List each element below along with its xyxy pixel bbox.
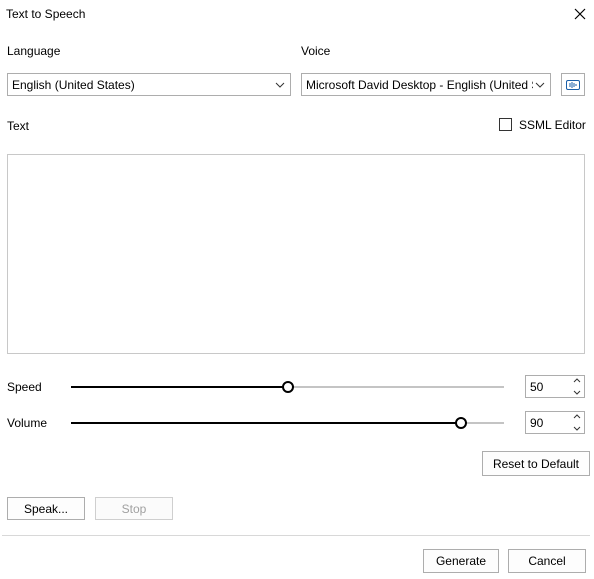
- speed-spinbox[interactable]: 50: [525, 375, 585, 398]
- voice-label: Voice: [301, 44, 331, 58]
- text-input[interactable]: [7, 154, 585, 354]
- volume-slider-thumb[interactable]: [455, 417, 467, 429]
- text-label: Text: [7, 119, 30, 133]
- speed-slider-thumb[interactable]: [282, 381, 294, 393]
- language-select-value: English (United States): [12, 77, 135, 92]
- ssml-editor-label[interactable]: SSML Editor: [519, 118, 586, 132]
- volume-slider-track[interactable]: [71, 422, 504, 424]
- chevron-down-icon: [535, 82, 545, 88]
- language-select[interactable]: English (United States): [7, 73, 291, 96]
- spin-down-icon[interactable]: [572, 389, 582, 397]
- footer-divider: [2, 535, 590, 536]
- stop-button: Stop: [95, 497, 173, 520]
- speed-slider-fill: [71, 386, 288, 388]
- spin-up-icon[interactable]: [572, 376, 582, 384]
- spin-down-icon[interactable]: [572, 425, 582, 433]
- voice-select[interactable]: Microsoft David Desktop - English (Unite…: [301, 73, 551, 96]
- generate-button[interactable]: Generate: [423, 549, 499, 573]
- close-icon: [574, 8, 586, 20]
- ssml-editor-checkbox[interactable]: [499, 118, 512, 131]
- speed-label: Speed: [7, 380, 42, 394]
- speed-value: 50: [530, 379, 544, 394]
- voice-select-value: Microsoft David Desktop - English (Unite…: [306, 77, 533, 92]
- close-button[interactable]: [570, 4, 590, 24]
- speak-button[interactable]: Speak...: [7, 497, 85, 520]
- chevron-down-icon: [275, 82, 285, 88]
- spin-up-icon[interactable]: [572, 412, 582, 420]
- cancel-button[interactable]: Cancel: [508, 549, 586, 573]
- volume-slider-fill: [71, 422, 461, 424]
- volume-value: 90: [530, 415, 544, 430]
- volume-spinbox[interactable]: 90: [525, 411, 585, 434]
- reset-to-default-button[interactable]: Reset to Default: [482, 451, 590, 476]
- voice-settings-button[interactable]: [561, 73, 585, 96]
- volume-label: Volume: [7, 416, 48, 430]
- language-label: Language: [7, 44, 61, 58]
- window-title: Text to Speech: [6, 7, 86, 21]
- voice-settings-icon: [566, 79, 580, 90]
